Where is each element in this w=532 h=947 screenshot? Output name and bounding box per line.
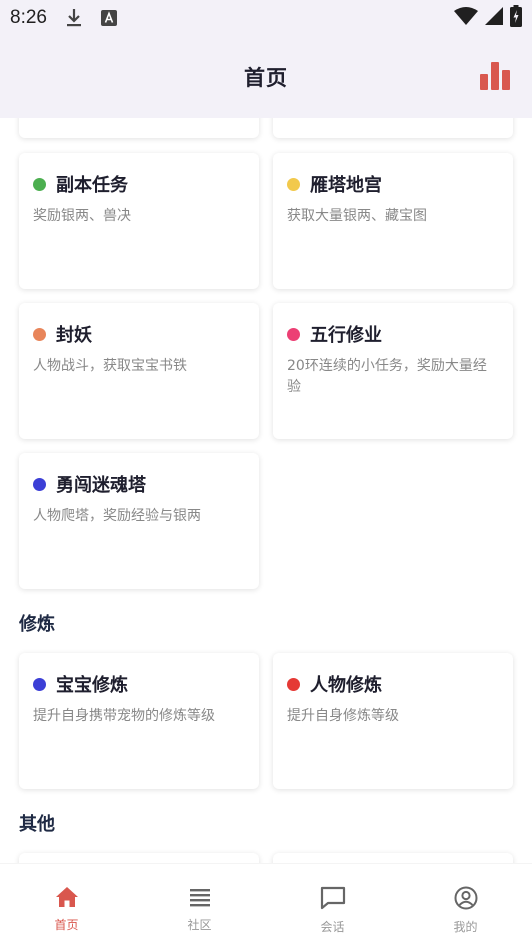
- task-dot: [33, 327, 46, 341]
- task-card-hidden[interactable]: [19, 118, 259, 138]
- a-font-icon: [100, 10, 117, 26]
- download-icon: [65, 8, 83, 28]
- nav-label: 社区: [187, 918, 212, 932]
- nav-label: 我的: [453, 920, 478, 934]
- nav-chat[interactable]: 会话: [266, 864, 399, 947]
- task-desc: 获取大量银两、藏宝图: [287, 208, 427, 224]
- list-icon: [188, 886, 212, 912]
- bar-chart-bar: [491, 62, 499, 90]
- signal-icon: [484, 6, 504, 31]
- task-name: 宝宝修炼: [56, 675, 128, 696]
- app-header: 首页: [0, 36, 532, 118]
- task-dot: [287, 327, 300, 341]
- bottom-nav: 首页 社区 会话 我的: [0, 863, 532, 947]
- section-title-other: 其他: [19, 814, 55, 835]
- status-time: 8:26: [10, 7, 47, 28]
- task-dot: [33, 677, 46, 691]
- task-name: 五行修业: [310, 325, 382, 346]
- bar-chart-bar: [502, 70, 510, 90]
- task-name: 雁塔地宫: [310, 175, 382, 196]
- wifi-icon: [454, 6, 478, 31]
- nav-community[interactable]: 社区: [133, 864, 266, 947]
- task-dot: [287, 677, 300, 691]
- task-dot: [33, 477, 46, 491]
- task-card[interactable]: 勇闯迷魂塔 人物爬塔，奖励经验与银两: [19, 453, 259, 589]
- home-icon: [55, 886, 79, 912]
- task-card[interactable]: 五行修业 20环连续的小任务，奖励大量经验: [273, 303, 513, 439]
- nav-home[interactable]: 首页: [0, 864, 133, 947]
- task-desc: 提升自身修炼等级: [287, 708, 399, 724]
- task-desc: 奖励银两、兽决: [33, 208, 131, 224]
- task-desc: 20环连续的小任务，奖励大量经验: [287, 358, 487, 395]
- bar-chart-icon[interactable]: [480, 60, 512, 90]
- nav-label: 首页: [54, 918, 79, 932]
- other-card[interactable]: [19, 853, 259, 863]
- task-name: 人物修炼: [310, 675, 382, 696]
- task-desc: 人物战斗，获取宝宝书铁: [33, 358, 187, 374]
- top-bar: 8:26 首页: [0, 0, 532, 118]
- task-card[interactable]: 雁塔地宫 获取大量银两、藏宝图: [273, 153, 513, 289]
- task-desc: 人物爬塔，奖励经验与银两: [33, 508, 201, 524]
- task-desc: 提升自身携带宠物的修炼等级: [33, 708, 215, 724]
- page-title: 首页: [244, 66, 288, 90]
- bar-chart-bar: [480, 74, 488, 90]
- section-title-cultivation: 修炼: [19, 614, 55, 635]
- battery-charging-icon: [510, 4, 522, 32]
- status-bar: 8:26: [0, 0, 532, 36]
- task-card[interactable]: 副本任务 奖励银两、兽决: [19, 153, 259, 289]
- task-name: 副本任务: [56, 175, 128, 196]
- task-dot: [287, 177, 300, 191]
- task-card[interactable]: 封妖 人物战斗，获取宝宝书铁: [19, 303, 259, 439]
- chat-icon: [320, 886, 346, 914]
- nav-profile[interactable]: 我的: [399, 864, 532, 947]
- task-dot: [33, 177, 46, 191]
- task-card-hidden[interactable]: [273, 118, 513, 138]
- task-name: 勇闯迷魂塔: [56, 475, 146, 496]
- profile-icon: [453, 886, 479, 914]
- nav-label: 会话: [320, 920, 345, 934]
- cultivation-card[interactable]: 宝宝修炼 提升自身携带宠物的修炼等级: [19, 653, 259, 789]
- cultivation-card[interactable]: 人物修炼 提升自身修炼等级: [273, 653, 513, 789]
- home-content[interactable]: 副本任务 奖励银两、兽决 雁塔地宫 获取大量银两、藏宝图 封妖 人物战斗，获取宝…: [0, 118, 532, 863]
- other-card[interactable]: [273, 853, 513, 863]
- task-name: 封妖: [56, 325, 92, 346]
